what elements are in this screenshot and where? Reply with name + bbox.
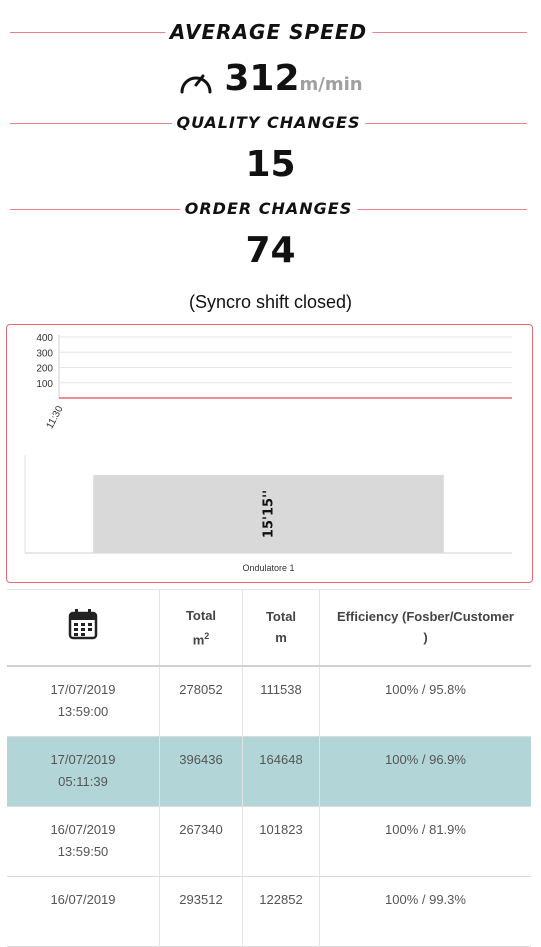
shift-table: Total m2 Total m Efficiency (Fosber/Cust… xyxy=(7,589,531,947)
row-time: 05:11:39 xyxy=(58,773,108,789)
row-date: 17/07/2019 xyxy=(50,751,116,767)
efficiency-cell: 100% / 95.8% xyxy=(385,681,466,697)
total-m-cell: 111538 xyxy=(242,665,320,736)
average-speed-title: AVERAGE SPEED xyxy=(164,22,373,42)
total-m-cell: 122852 xyxy=(242,876,320,946)
total-m-cell: 164648 xyxy=(242,736,320,806)
stoppage-bar-chart: 15'15'' Ondulatore 1 xyxy=(24,455,512,573)
total-m2-cell: 396436 xyxy=(159,736,243,806)
average-speed-unit: m/min xyxy=(299,74,363,95)
total-m-unit: m xyxy=(275,630,287,646)
total-m-column-header[interactable]: Total m xyxy=(242,589,320,666)
efficiency-column-header[interactable]: Efficiency (Fosber/Customer ) xyxy=(320,590,532,666)
y-tick-label: 100 xyxy=(36,379,53,390)
order-changes-title: ORDER CHANGES xyxy=(179,199,358,219)
x-category-label: Ondulatore 1 xyxy=(242,563,294,573)
average-speed-value-row: 312m/min xyxy=(0,56,541,108)
quality-changes-title: QUALITY CHANGES xyxy=(171,113,366,133)
order-changes-value: 74 xyxy=(245,230,296,271)
total-m2-cell: 293512 xyxy=(159,876,243,946)
row-time: 13:59:50 xyxy=(57,843,109,859)
quality-changes-value: 15 xyxy=(245,144,296,185)
table-row[interactable]: 16/07/2019 13:59:50 267340 101823 100% / … xyxy=(7,806,531,876)
total-m2-cell: 278052 xyxy=(159,665,243,736)
y-tick-label: 400 xyxy=(36,333,53,344)
row-date: 16/07/2019 xyxy=(50,891,116,907)
charts-svg: 400 300 200 100 11:30 15'15'' Ondulatore 1 xyxy=(24,333,512,573)
table-row-selected[interactable]: 17/07/2019 05:11:39 396436 164648 100% / … xyxy=(7,736,531,806)
table-row[interactable]: 16/07/2019 293512 122852 100% / 99.3% xyxy=(7,876,531,946)
date-cell: 16/07/2019 13:59:50 xyxy=(7,806,160,876)
bar-data-label: 15'15'' xyxy=(262,490,277,538)
speed-line-chart: 400 300 200 100 11:30 xyxy=(36,333,512,431)
total-m2-label: Total xyxy=(185,607,217,623)
y-tick-label: 300 xyxy=(36,348,53,359)
x-tick-label: 11:30 xyxy=(45,404,66,431)
gauge-icon xyxy=(180,74,212,94)
total-m-cell: 101823 xyxy=(242,806,320,876)
average-speed-header: AVERAGE SPEED xyxy=(10,22,527,42)
date-cell: 17/07/2019 13:59:00 xyxy=(7,665,160,736)
efficiency-label: Efficiency (Fosber/Customer xyxy=(337,609,514,625)
quality-changes-header: QUALITY CHANGES xyxy=(10,113,527,133)
average-speed-value: 312 xyxy=(224,58,300,99)
table-header-row: Total m2 Total m Efficiency (Fosber/Cust… xyxy=(7,589,532,666)
date-cell: 16/07/2019 xyxy=(7,876,160,946)
total-m2-unit-sup: 2 xyxy=(204,630,210,641)
calendar-icon xyxy=(68,609,98,640)
chart-panel: 400 300 200 100 11:30 15'15'' Ondulatore 1 xyxy=(6,324,533,583)
total-m2-column-header[interactable]: Total m2 xyxy=(159,589,243,666)
row-date: 17/07/2019 xyxy=(50,681,116,697)
date-cell: 17/07/2019 05:11:39 xyxy=(7,736,160,806)
efficiency-cell: 100% / 99.3% xyxy=(385,891,466,907)
efficiency-cell: 100% / 96.9% xyxy=(385,751,466,767)
efficiency-label-end: ) xyxy=(423,630,428,646)
total-m2-unit: m xyxy=(192,631,205,647)
y-tick-label: 200 xyxy=(36,364,53,375)
table-row[interactable]: 17/07/2019 13:59:00 278052 111538 100% / … xyxy=(7,665,531,736)
status-note: (Syncro shift closed) xyxy=(188,292,353,312)
total-m2-cell: 267340 xyxy=(159,806,243,876)
row-date: 16/07/2019 xyxy=(50,821,116,837)
efficiency-cell: 100% / 81.9% xyxy=(385,821,466,837)
row-time: 13:59:00 xyxy=(57,703,109,719)
total-m-label: Total xyxy=(265,609,297,625)
date-column-header[interactable] xyxy=(7,589,160,666)
order-changes-header: ORDER CHANGES xyxy=(10,199,527,219)
